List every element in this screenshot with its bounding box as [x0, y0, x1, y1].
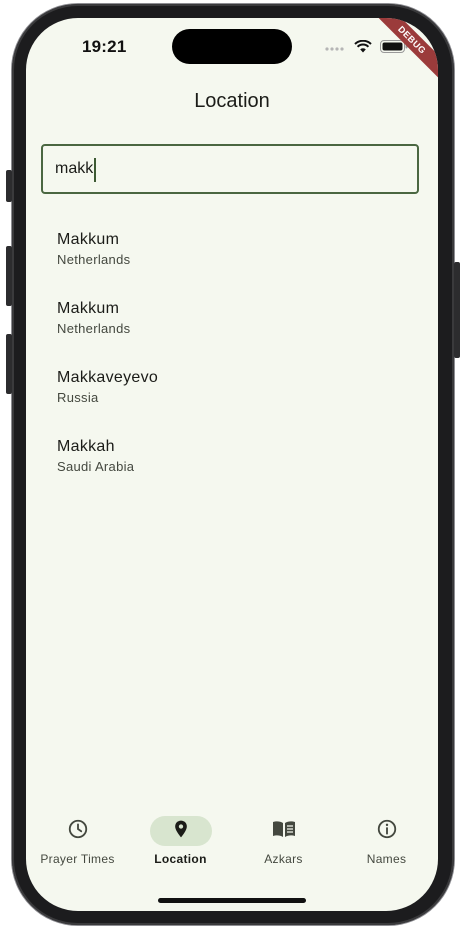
clock-icon [67, 818, 89, 845]
location-pin-icon [171, 818, 191, 845]
search-results-list: Makkum Netherlands Makkum Netherlands Ma… [26, 216, 438, 492]
result-city: Makkum [57, 300, 120, 317]
result-city: Makkaveyevo [57, 369, 159, 386]
book-icon [272, 819, 296, 844]
result-city: Makkum [57, 231, 120, 248]
nav-label: Location [154, 852, 207, 866]
signal-icon [324, 40, 346, 58]
home-indicator [158, 898, 306, 903]
wifi-icon [354, 39, 372, 58]
app-screen: 19:21 DEBUG Location makk Makkum Netherl… [26, 18, 438, 911]
volume-up-button [6, 246, 12, 306]
result-item[interactable]: Makkum Netherlands [26, 216, 438, 285]
result-item[interactable]: Makkah Saudi Arabia [26, 423, 438, 492]
result-country: Netherlands [57, 321, 131, 336]
status-icons [324, 39, 408, 58]
result-item[interactable]: Makkum Netherlands [26, 285, 438, 354]
mute-switch [6, 170, 12, 202]
result-country: Saudi Arabia [57, 459, 135, 474]
result-country: Russia [57, 390, 99, 405]
text-cursor [94, 158, 96, 182]
page-title: Location [194, 90, 270, 112]
dynamic-island [172, 29, 292, 64]
nav-label: Azkars [264, 852, 303, 866]
nav-item-names[interactable]: Names [335, 798, 438, 878]
nav-label: Names [366, 852, 407, 866]
nav-item-location[interactable]: Location [129, 798, 232, 878]
search-field[interactable] [41, 144, 419, 194]
status-time: 19:21 [82, 37, 127, 56]
result-item[interactable]: Makkaveyevo Russia [26, 354, 438, 423]
bottom-navigation-bar: Prayer Times Location Azkars Names [26, 798, 438, 878]
nav-indicator [356, 816, 418, 846]
nav-item-azkars[interactable]: Azkars [232, 798, 335, 878]
nav-label: Prayer Times [40, 852, 115, 866]
result-city: Makkah [57, 438, 115, 455]
nav-indicator-active [149, 816, 212, 846]
nav-item-prayer-times[interactable]: Prayer Times [26, 798, 129, 878]
power-button [454, 262, 460, 358]
nav-indicator [47, 816, 109, 846]
info-icon [376, 818, 398, 845]
status-bar: 19:21 DEBUG [26, 18, 438, 89]
nav-indicator [253, 816, 315, 846]
search-input[interactable] [55, 146, 395, 192]
volume-down-button [6, 334, 12, 394]
result-country: Netherlands [57, 252, 131, 267]
